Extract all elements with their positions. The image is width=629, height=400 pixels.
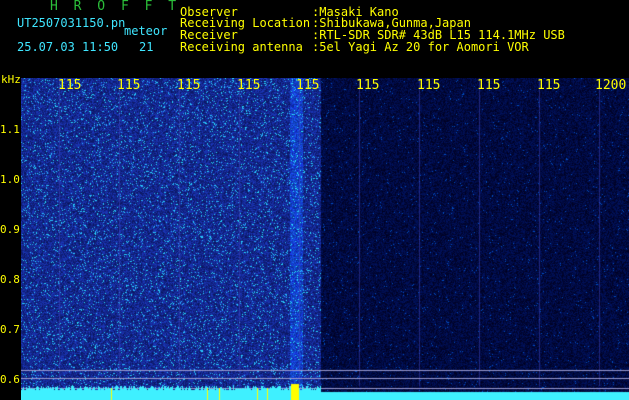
y-tick-label: 0.8 [0, 273, 20, 286]
x-tick-label: 115 [477, 78, 501, 93]
app-title: H R O F F T [50, 0, 181, 14]
meteor-tag: meteor [124, 24, 168, 38]
x-tick-label: 115 [537, 78, 561, 93]
spectrogram [21, 78, 629, 400]
x-tick-label: 115 [237, 78, 261, 93]
x-tick-label: 115 [296, 78, 320, 93]
y-tick-label: 0.7 [0, 323, 20, 336]
x-tick-label: 1200 [595, 78, 627, 93]
x-tick-label: 115 [177, 78, 201, 93]
x-tick-label: 115 [356, 78, 380, 93]
capture-datetime: 25.07.03 11:50 [17, 40, 119, 54]
antenna-label: Receiving antenna [180, 40, 303, 54]
x-tick-label: 115 [417, 78, 441, 93]
y-tick-label: 1.0 [0, 173, 20, 186]
file-name: UT2507031150.pn [17, 16, 126, 30]
y-tick-label: 0.9 [0, 223, 20, 236]
meteor-count: 21 [139, 40, 154, 54]
antenna-value: :5el Yagi Az 20 for Aomori VOR [312, 40, 529, 54]
x-tick-label: 115 [117, 78, 141, 93]
y-tick-label: 1.1 [0, 123, 20, 136]
y-tick-label: 0.6 [0, 373, 20, 386]
header-panel: H R O F F T UT2507031150.pn meteor 25.07… [0, 0, 629, 74]
y-axis-unit: kHz [1, 73, 21, 86]
x-tick-label: 115 [58, 78, 82, 93]
